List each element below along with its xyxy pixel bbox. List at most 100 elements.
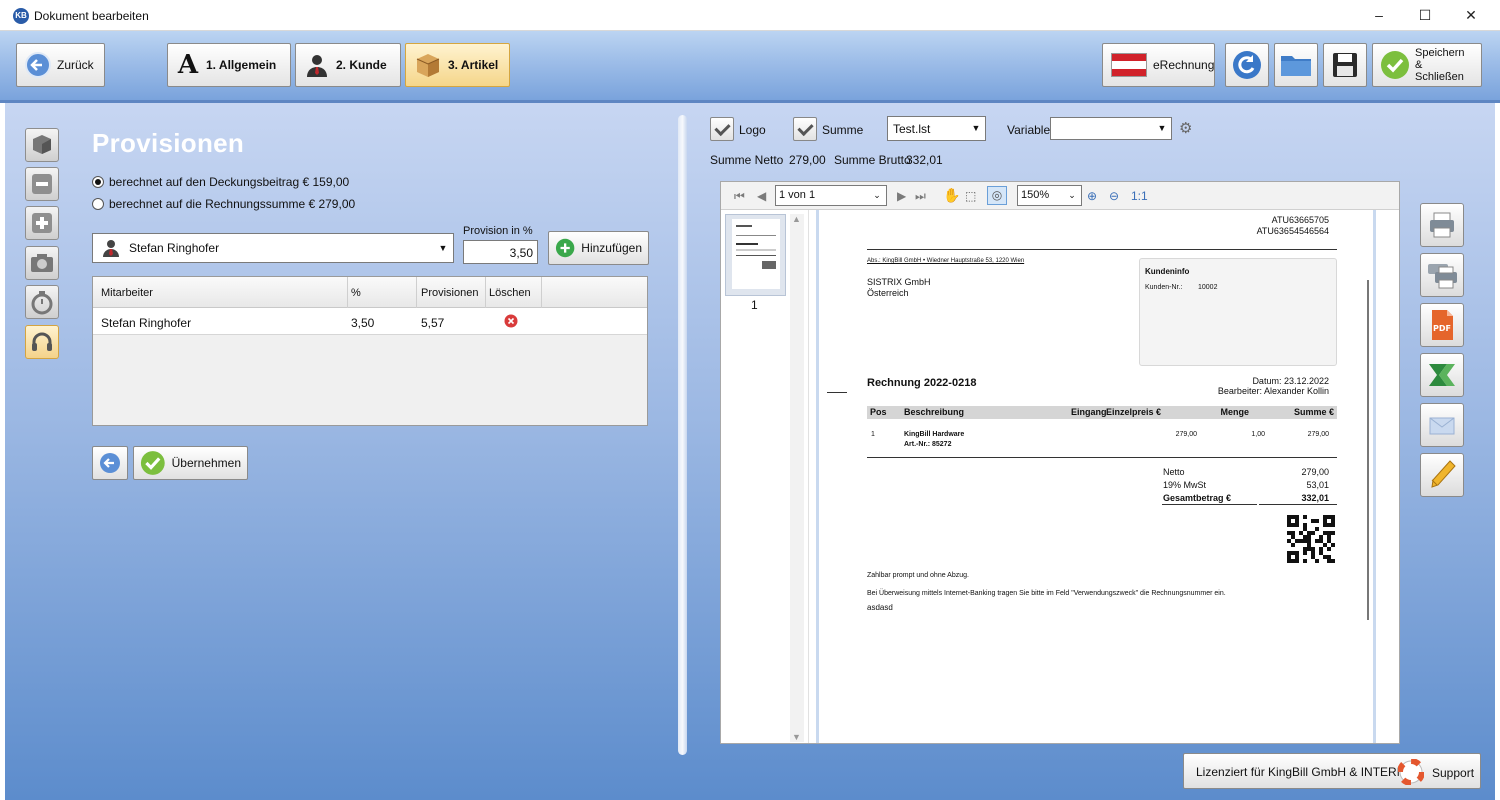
col-mitarbeiter[interactable]: Mitarbeiter xyxy=(101,287,153,299)
back-arrow-icon xyxy=(100,453,120,473)
netto-value: 279,00 xyxy=(1301,467,1329,477)
side-camera-button[interactable] xyxy=(25,246,59,280)
col-provisionen[interactable]: Provisionen xyxy=(421,287,478,299)
tab-allgemein[interactable]: A 1. Allgemein xyxy=(167,43,291,87)
save-close-button[interactable]: Speichern & Schließen xyxy=(1372,43,1482,87)
print-copies-button[interactable] xyxy=(1420,253,1464,297)
employee-select[interactable]: Stefan Ringhofer ▼ xyxy=(92,233,454,263)
transfer-note: Bei Überweisung mittels Internet-Banking… xyxy=(867,590,1226,597)
radio-rechnungssumme[interactable]: berechnet auf die Rechnungssumme € 279,0… xyxy=(92,197,355,211)
sender-line: Abs.: KingBill GmbH • Wiedner Hauptstraß… xyxy=(867,258,1025,264)
table-header: Mitarbeiter % Provisionen Löschen xyxy=(93,277,647,308)
previous-page-icon[interactable]: ◀ xyxy=(757,189,766,203)
page-scrollbar[interactable] xyxy=(1367,280,1369,620)
pdf-icon: PDF xyxy=(1432,310,1453,340)
letter-a-icon: A xyxy=(177,50,199,80)
summe-netto-value: 279,00 xyxy=(789,153,826,167)
employee-select-value: Stefan Ringhofer xyxy=(129,241,220,255)
side-surcharge-button[interactable] xyxy=(25,206,59,240)
minimize-button[interactable]: – xyxy=(1356,0,1402,31)
license-text: Lizenziert für KingBill GmbH & INTERN xyxy=(1196,765,1406,779)
floppy-disk-icon xyxy=(1332,52,1358,78)
uid-number: ATU63665705 xyxy=(1271,215,1329,225)
delete-icon[interactable] xyxy=(504,314,518,328)
page-thumbnail[interactable] xyxy=(725,214,786,296)
pencil-icon xyxy=(1431,460,1456,488)
zoom-select[interactable]: 150% ⌄ xyxy=(1017,185,1082,206)
close-button[interactable]: ✕ xyxy=(1448,0,1494,31)
apply-button[interactable]: Übernehmen xyxy=(133,446,248,480)
qr-code-icon xyxy=(1287,515,1335,563)
commission-table: Mitarbeiter % Provisionen Löschen Stefan… xyxy=(92,276,648,426)
sum-checkbox[interactable] xyxy=(793,117,817,141)
edit-layout-button[interactable] xyxy=(1420,453,1464,497)
cell-amount: 5,57 xyxy=(421,316,445,330)
printer-icon xyxy=(1430,212,1454,238)
rate-label: Provision in % xyxy=(463,225,533,237)
zoom-out-icon[interactable]: ⊖ xyxy=(1109,189,1119,203)
side-discount-button[interactable] xyxy=(25,167,59,201)
zoom-area-icon[interactable]: ◎ xyxy=(987,186,1007,205)
thumbnail-scrollbar[interactable]: ▲ ▼ xyxy=(790,214,804,742)
erechnung-button[interactable]: eRechnung xyxy=(1102,43,1215,87)
column-divider xyxy=(541,277,542,308)
add-icon xyxy=(555,238,575,258)
side-timer-button[interactable] xyxy=(25,285,59,319)
scroll-up-icon[interactable]: ▲ xyxy=(792,214,801,224)
side-commission-button[interactable] xyxy=(25,325,59,359)
item-sum: 279,00 xyxy=(1307,431,1329,438)
kunden-nr-label: Kunden-Nr.: xyxy=(1145,284,1183,291)
template-select[interactable]: Test.lst ▼ xyxy=(887,116,986,141)
gear-icon[interactable]: ⚙ xyxy=(1179,119,1192,137)
col-einzelpreis: Einzelpreis € xyxy=(1105,407,1161,417)
back-small-button[interactable] xyxy=(92,446,128,480)
col-loeschen[interactable]: Löschen xyxy=(489,287,531,299)
tab-artikel[interactable]: 3. Artikel xyxy=(405,43,510,87)
stopwatch-icon xyxy=(31,291,53,315)
first-page-icon[interactable]: ⏮ xyxy=(734,189,745,204)
select-text-icon[interactable]: ⬚ xyxy=(965,189,976,203)
email-button[interactable] xyxy=(1420,403,1464,447)
rate-input[interactable]: 3,50 xyxy=(463,240,538,264)
item-description: KingBill Hardware xyxy=(904,431,965,438)
export-pdf-button[interactable]: PDF xyxy=(1420,303,1464,347)
print-button[interactable] xyxy=(1420,203,1464,247)
hand-tool-icon[interactable]: ✋ xyxy=(943,187,960,204)
add-button[interactable]: Hinzufügen xyxy=(548,231,649,265)
save-button[interactable] xyxy=(1323,43,1367,87)
scroll-down-icon[interactable]: ▼ xyxy=(792,732,801,742)
column-divider xyxy=(485,277,486,308)
export-excel-button[interactable] xyxy=(1420,353,1464,397)
window-title: Dokument bearbeiten xyxy=(34,9,149,23)
refresh-button[interactable] xyxy=(1225,43,1269,87)
actual-size-button[interactable]: 1:1 xyxy=(1131,189,1148,203)
side-article-box-button[interactable] xyxy=(25,128,59,162)
column-divider xyxy=(347,277,348,308)
col-menge: Menge xyxy=(1220,407,1249,417)
table-row[interactable]: Stefan Ringhofer 3,50 5,57 xyxy=(93,308,647,335)
thumbnail-pane: 1 ▲ ▼ xyxy=(721,210,809,743)
page-indicator: 1 von 1 xyxy=(779,189,816,201)
zoom-in-icon[interactable]: ⊕ xyxy=(1087,189,1097,203)
main-panel: Provisionen berechnet auf den Deckungsbe… xyxy=(5,103,1495,800)
col-eingang: Eingang xyxy=(1071,407,1107,417)
tab-kunde[interactable]: 2. Kunde xyxy=(295,43,401,87)
panel-splitter[interactable] xyxy=(678,115,687,755)
col-percent[interactable]: % xyxy=(351,287,361,299)
thumbnail-page-preview xyxy=(732,219,780,289)
last-page-icon[interactable]: ⏭ xyxy=(915,189,926,204)
page-select[interactable]: 1 von 1 ⌄ xyxy=(775,185,887,206)
open-folder-button[interactable] xyxy=(1274,43,1318,87)
next-page-icon[interactable]: ▶ xyxy=(897,189,906,203)
chevron-down-icon: ▼ xyxy=(438,243,448,253)
back-button[interactable]: Zurück xyxy=(16,43,105,87)
radio-deckungsbeitrag[interactable]: berechnet auf den Deckungsbeitrag € 159,… xyxy=(92,175,349,189)
mwst-value: 53,01 xyxy=(1306,480,1329,490)
maximize-button[interactable]: ☐ xyxy=(1402,0,1448,31)
variable-select[interactable]: ▼ xyxy=(1050,117,1172,140)
app-logo-icon: KB xyxy=(13,8,29,24)
logo-checkbox[interactable] xyxy=(710,117,734,141)
license-support-button[interactable]: Lizenziert für KingBill GmbH & INTERN Su… xyxy=(1183,753,1481,789)
refresh-icon xyxy=(1233,51,1261,79)
summe-brutto-label: Summe Brutto xyxy=(834,153,911,167)
